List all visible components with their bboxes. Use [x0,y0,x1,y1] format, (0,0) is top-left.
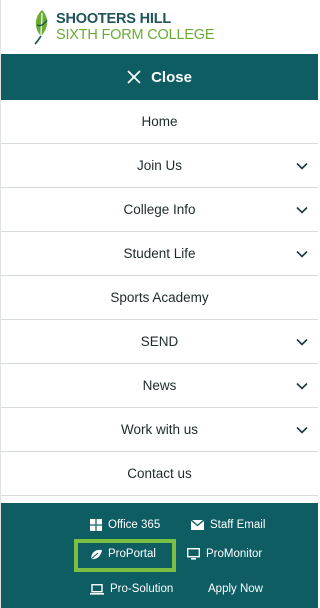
prosolution-label: Pro-Solution [110,583,174,595]
menu-item-home[interactable]: Home [1,100,318,144]
chevron-down-icon[interactable] [296,426,308,434]
menu-item-label: Join Us [136,158,182,173]
leaf-logo-icon [34,10,48,45]
quick-links-footer: Office 365 Staff Email ProPortal ProMoni… [1,503,318,608]
chevron-down-icon[interactable] [296,338,308,346]
laptop-icon [90,583,104,595]
menu-item-label: College Info [123,202,196,217]
chevron-down-icon[interactable] [296,162,308,170]
menu-item-contact-us[interactable]: Contact us [1,452,318,496]
menu-item-sports-academy[interactable]: Sports Academy [1,276,318,320]
promonitor-link[interactable]: ProMonitor [187,548,262,560]
chevron-down-icon[interactable] [296,250,308,258]
mobile-nav-panel: SHOOTERS HILL SIXTH FORM COLLEGE Close H… [0,0,318,608]
envelope-icon [191,520,204,530]
close-label: Close [151,68,192,86]
logo-text: SHOOTERS HILL SIXTH FORM COLLEGE [56,11,215,43]
main-menu: Home Join Us College Info Student Life Sport… [1,100,318,496]
menu-item-label: Sports Academy [110,290,209,305]
close-menu-button[interactable]: Close [1,54,318,100]
apply-now-link[interactable]: Apply Now [208,583,263,595]
chevron-down-icon[interactable] [296,206,308,214]
leaf-icon [90,549,102,559]
menu-item-news[interactable]: News [1,364,318,408]
menu-item-label: Contact us [127,466,192,481]
proportal-label: ProPortal [108,548,156,560]
menu-item-label: SEND [140,334,179,349]
chevron-down-icon[interactable] [296,382,308,390]
close-icon [127,70,141,84]
college-logo[interactable]: SHOOTERS HILL SIXTH FORM COLLEGE [1,0,318,54]
menu-item-college-info[interactable]: College Info [1,188,318,232]
staff-email-label: Staff Email [210,519,266,531]
prosolution-link[interactable]: Pro-Solution [90,583,173,595]
menu-item-label: News [142,378,177,393]
logo-name-line2: SIXTH FORM COLLEGE [56,26,215,43]
menu-item-send[interactable]: SEND [1,320,318,364]
staff-email-link[interactable]: Staff Email [191,519,265,531]
office365-link[interactable]: Office 365 [90,519,160,531]
windows-icon [90,519,102,531]
menu-item-label: Work with us [120,422,199,437]
office365-label: Office 365 [108,519,161,531]
menu-item-label: Home [141,114,178,129]
menu-item-student-life[interactable]: Student Life [1,232,318,276]
proportal-link[interactable]: ProPortal [90,548,156,560]
monitor-icon [187,548,200,560]
promonitor-label: ProMonitor [206,548,263,560]
logo-name-line1: SHOOTERS HILL [56,11,172,27]
menu-item-work-with-us[interactable]: Work with us [1,408,318,452]
apply-now-label: Apply Now [208,583,263,595]
menu-item-label: Student Life [123,246,196,261]
menu-item-join-us[interactable]: Join Us [1,144,318,188]
